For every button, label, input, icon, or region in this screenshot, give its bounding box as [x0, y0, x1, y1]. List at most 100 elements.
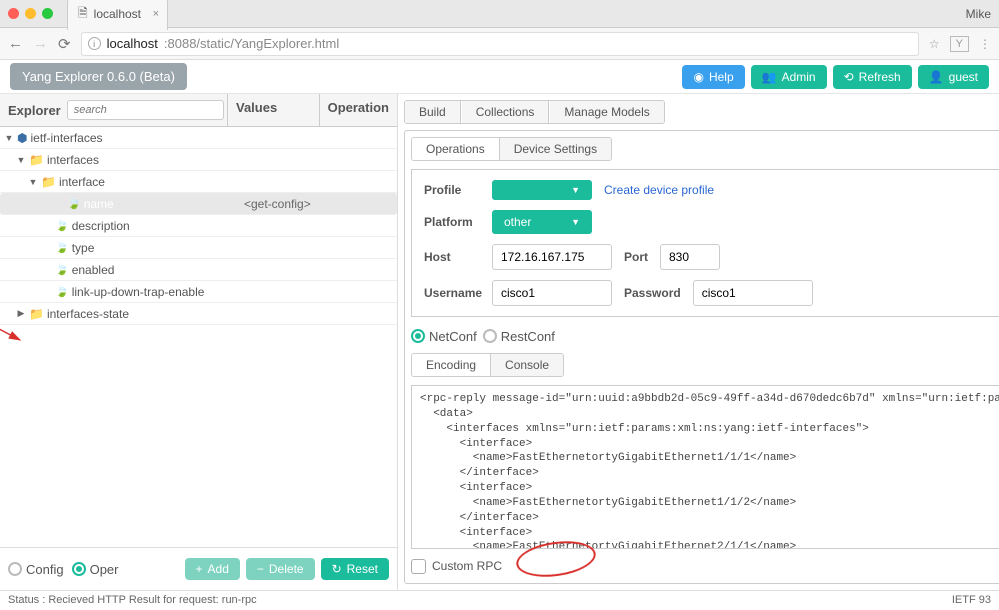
rpc-output[interactable]: <rpc-reply message-id="urn:uuid:a9bbdb2d…	[411, 385, 999, 549]
platform-select[interactable]: other▼	[492, 210, 592, 234]
delete-button[interactable]: − Delete	[246, 558, 315, 580]
browser-nav-bar: ← → ⟳ i localhost :8088/static/YangExplor…	[0, 28, 999, 60]
port-label: Port	[624, 250, 648, 264]
page-icon: 🗎	[78, 4, 88, 25]
tab-operations[interactable]: Operations	[412, 138, 500, 160]
build-panel: Build Collections Manage Models Operatio…	[398, 94, 999, 590]
host-label: Host	[424, 250, 480, 264]
folder-icon: 📁	[41, 175, 56, 189]
extension-icon[interactable]: Y	[950, 36, 969, 52]
folder-icon: 📁	[29, 307, 44, 321]
tree-label: ietf-interfaces	[30, 131, 102, 145]
folder-icon: 📁	[29, 153, 44, 167]
oper-radio[interactable]: Oper	[72, 562, 119, 577]
leafred-icon: 🍃	[67, 197, 81, 210]
chevron-down-icon: ▼	[571, 185, 580, 195]
tree-node-name[interactable]: 🍃 name <get-config>	[0, 193, 397, 215]
window-controls	[8, 8, 53, 19]
port-input[interactable]	[660, 244, 720, 270]
tab-device-settings[interactable]: Device Settings	[500, 138, 611, 160]
host-input[interactable]	[492, 244, 612, 270]
maximize-window-icon[interactable]	[42, 8, 53, 19]
tree-node-interfaces-state[interactable]: ▶📁 interfaces-state	[0, 303, 397, 325]
platform-label: Platform	[424, 215, 480, 229]
guest-button[interactable]: 👤guest	[918, 65, 989, 89]
tree-label: type	[72, 241, 95, 255]
users-icon: 👥	[762, 70, 777, 84]
help-button[interactable]: ◉Help	[682, 65, 744, 89]
address-bar[interactable]: i localhost :8088/static/YangExplorer.htm…	[81, 32, 919, 56]
tab-encoding[interactable]: Encoding	[412, 354, 491, 376]
tree-node-type[interactable]: 🍃 type	[0, 237, 397, 259]
tree-node-link-up-down-trap-enable[interactable]: 🍃 link-up-down-trap-enable	[0, 281, 397, 303]
password-input[interactable]	[693, 280, 813, 306]
leaf-icon: 🍃	[55, 285, 69, 298]
tree-label: interfaces-state	[47, 307, 129, 321]
tree-node-interface[interactable]: ▼📁 interface	[0, 171, 397, 193]
add-button[interactable]: + Add	[185, 558, 240, 580]
tree-label: interface	[59, 175, 105, 189]
explorer-header: Explorer	[8, 103, 61, 118]
minimize-window-icon[interactable]	[25, 8, 36, 19]
values-header: Values	[228, 94, 320, 126]
tab-title: localhost	[94, 7, 141, 21]
explorer-panel: Explorer Values Operation ▼⬢ ietf-interf…	[0, 94, 398, 590]
username-input[interactable]	[492, 280, 612, 306]
app-title: Yang Explorer 0.6.0 (Beta)	[10, 63, 187, 90]
browser-tab-bar: 🗎 localhost × Mike	[0, 0, 999, 28]
restconf-radio[interactable]: RestConf	[483, 329, 555, 344]
yang-tree[interactable]: ▼⬢ ietf-interfaces▼📁 interfaces▼📁 interf…	[0, 127, 397, 547]
chevron-down-icon: ▼	[571, 217, 580, 227]
close-window-icon[interactable]	[8, 8, 19, 19]
netconf-radio[interactable]: NetConf	[411, 329, 477, 344]
custom-rpc-checkbox[interactable]	[411, 559, 426, 574]
tree-label: interfaces	[47, 153, 99, 167]
browser-tab[interactable]: 🗎 localhost ×	[67, 0, 168, 30]
admin-button[interactable]: 👥Admin	[751, 65, 827, 89]
forward-icon[interactable]: →	[33, 35, 48, 52]
tree-label: description	[72, 219, 130, 233]
bookmark-icon[interactable]: ☆	[929, 37, 940, 51]
operation-header: Operation	[320, 94, 397, 126]
tree-label: name	[84, 197, 114, 211]
tab-manage-models[interactable]: Manage Models	[550, 101, 663, 123]
tab-build[interactable]: Build	[405, 101, 461, 123]
tree-node-description[interactable]: 🍃 description	[0, 215, 397, 237]
leafred-icon: 🍃	[55, 241, 69, 254]
search-input[interactable]	[67, 100, 224, 120]
user-icon: 👤	[929, 70, 944, 84]
tab-console[interactable]: Console	[491, 354, 563, 376]
config-radio[interactable]: Config	[8, 562, 64, 577]
status-text: Status : Recieved HTTP Result for reques…	[8, 594, 257, 607]
username-label: Username	[424, 286, 480, 300]
custom-rpc-label: Custom RPC	[432, 559, 502, 573]
create-profile-link[interactable]: Create device profile	[604, 183, 714, 197]
tree-node-interfaces[interactable]: ▼📁 interfaces	[0, 149, 397, 171]
profile-select[interactable]: ▼	[492, 180, 592, 200]
app-toolbar: Yang Explorer 0.6.0 (Beta) ◉Help 👥Admin …	[0, 60, 999, 94]
leaf-icon: 🍃	[55, 263, 69, 276]
tree-label: enabled	[72, 263, 115, 277]
tab-collections[interactable]: Collections	[462, 101, 550, 123]
tree-label: link-up-down-trap-enable	[72, 285, 205, 299]
url-host: localhost	[107, 36, 158, 51]
main-tabs: Build Collections Manage Models	[404, 100, 665, 124]
close-tab-icon[interactable]: ×	[153, 8, 159, 20]
tree-value: <get-config>	[240, 197, 336, 211]
menu-icon[interactable]: ⋮	[979, 37, 991, 51]
back-icon[interactable]: ←	[8, 35, 23, 52]
github-icon: ◉	[693, 70, 703, 84]
url-path: :8088/static/YangExplorer.html	[164, 36, 339, 51]
browser-user: Mike	[966, 7, 991, 21]
site-info-icon[interactable]: i	[88, 37, 101, 50]
refresh-icon: ⟲	[844, 70, 854, 84]
reload-icon[interactable]: ⟳	[58, 35, 71, 53]
device-form: Profile ▼ Create device profile Platform…	[411, 169, 999, 317]
tree-node-enabled[interactable]: 🍃 enabled	[0, 259, 397, 281]
refresh-button[interactable]: ⟲Refresh	[833, 65, 912, 89]
module-icon: ⬢	[17, 131, 27, 145]
profile-label: Profile	[424, 183, 480, 197]
reset-button[interactable]: ↻ Reset	[321, 558, 389, 580]
password-label: Password	[624, 286, 681, 300]
tree-node-ietf-interfaces[interactable]: ▼⬢ ietf-interfaces	[0, 127, 397, 149]
